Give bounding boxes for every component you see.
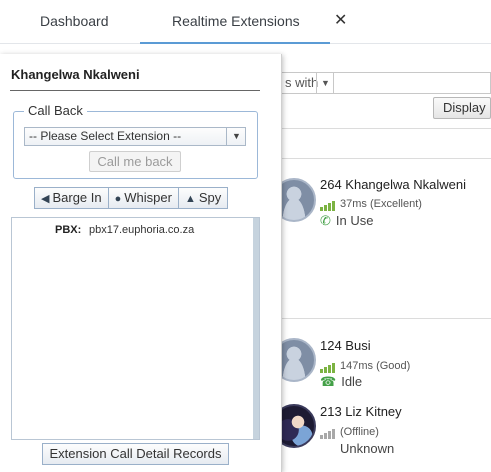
status-text: Unknown <box>340 441 395 456</box>
signal-bars-icon <box>320 361 336 373</box>
call-me-back-button[interactable]: Call me back <box>89 151 181 172</box>
pbx-label: PBX: <box>55 224 82 236</box>
signal-bars-icon <box>320 199 336 211</box>
divider <box>282 128 491 129</box>
extension-detail-panel: Khangelwa Nkalweni Call Back -- Please S… <box>0 54 282 472</box>
extension-name[interactable]: 264 Khangelwa Nkalweni <box>320 177 466 192</box>
signal-quality: (Offline) <box>320 426 379 439</box>
close-tab-icon[interactable]: ✕ <box>334 0 347 44</box>
monitor-actions: ◀ Barge In ● Whisper ▲ Spy <box>34 187 229 209</box>
barge-in-label: Barge In <box>52 190 102 205</box>
divider <box>282 158 491 159</box>
pbx-value: pbx17.euphoria.co.za <box>89 224 195 236</box>
extension-status: ☎ Idle <box>320 374 362 390</box>
chevron-down-icon[interactable]: ▼ <box>316 72 334 94</box>
status-text: In Use <box>335 213 374 228</box>
phone-icon: ✆ <box>320 213 331 228</box>
divider <box>282 318 491 319</box>
latency-text: (Offline) <box>340 426 379 438</box>
signal-bars-icon <box>320 427 336 439</box>
spy-label: Spy <box>198 190 222 205</box>
divider <box>10 90 260 91</box>
microphone-icon: ● <box>114 193 122 205</box>
spy-button[interactable]: ▲ Spy <box>178 187 229 209</box>
extension-status: Unknown <box>340 441 394 456</box>
pbx-info-box: PBX: pbx17.euphoria.co.za <box>11 217 260 440</box>
filter-input[interactable] <box>334 72 491 94</box>
realtime-extensions-page: Dashboard Realtime Extensions ✕ s with ▼… <box>0 0 491 472</box>
extension-name[interactable]: 213 Liz Kitney <box>320 404 402 419</box>
tab-bar: Dashboard Realtime Extensions ✕ <box>0 0 491 44</box>
spy-icon: ▲ <box>184 193 196 205</box>
barge-in-button[interactable]: ◀ Barge In <box>34 187 109 209</box>
call-back-legend: Call Back <box>24 103 87 118</box>
latency-text: 147ms (Good) <box>340 360 411 372</box>
display-button[interactable]: Display <box>433 97 491 119</box>
status-text: Idle <box>341 374 363 389</box>
megaphone-icon: ◀ <box>41 193 50 205</box>
phone-hangup-icon: ☎ <box>320 374 337 389</box>
chevron-down-icon[interactable]: ▼ <box>226 127 246 146</box>
tab-realtime-extensions[interactable]: Realtime Extensions <box>140 0 330 44</box>
whisper-button[interactable]: ● Whisper <box>108 187 179 209</box>
extension-status: ✆ In Use <box>320 213 373 229</box>
tab-dashboard[interactable]: Dashboard <box>40 0 109 44</box>
whisper-label: Whisper <box>124 190 172 205</box>
extension-name[interactable]: 124 Busi <box>320 338 371 353</box>
signal-quality: 37ms (Excellent) <box>320 198 422 211</box>
extension-cdr-button[interactable]: Extension Call Detail Records <box>42 443 229 465</box>
signal-quality: 147ms (Good) <box>320 360 410 373</box>
extension-select[interactable]: -- Please Select Extension -- <box>24 127 246 146</box>
panel-title: Khangelwa Nkalweni <box>11 67 140 82</box>
scrollbar[interactable] <box>253 218 259 439</box>
latency-text: 37ms (Excellent) <box>340 198 422 210</box>
